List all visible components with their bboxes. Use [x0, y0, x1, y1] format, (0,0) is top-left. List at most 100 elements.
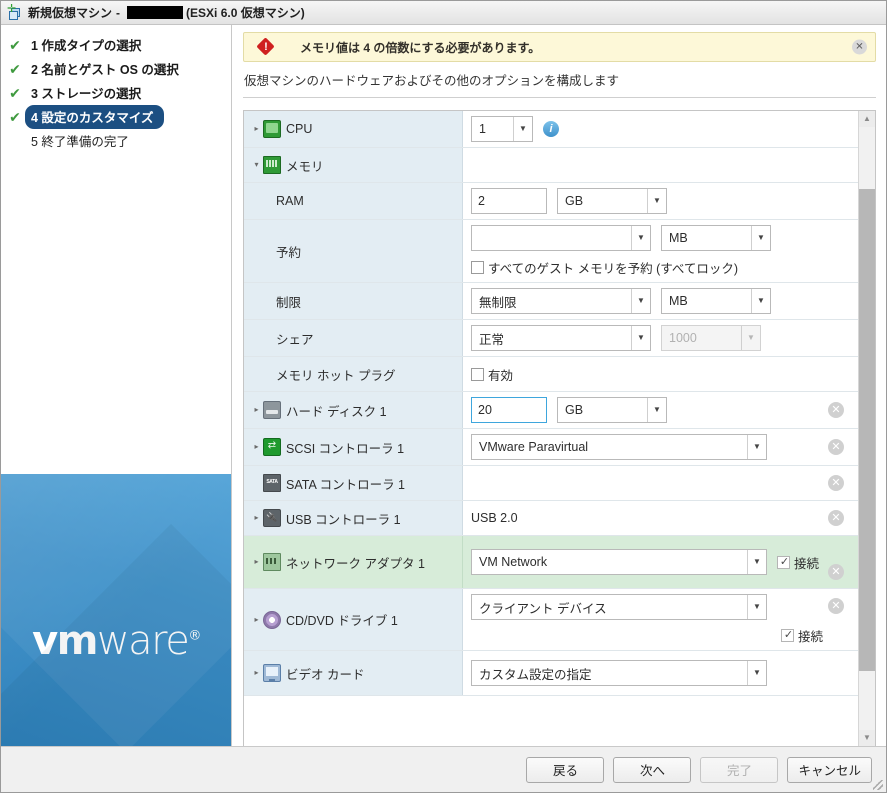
network-connect-checkbox[interactable]: [777, 555, 791, 569]
vmware-logo: vmware®: [32, 618, 201, 664]
scsi-type-select[interactable]: VMware Paravirtual ▼: [471, 434, 767, 460]
hard-disk-size-input[interactable]: [471, 397, 547, 423]
step-label: 3 ストレージの選択: [31, 87, 142, 101]
chevron-right-icon[interactable]: ▸: [250, 123, 263, 135]
row-label-network-adapter[interactable]: ▸ ネットワーク アダプタ 1: [244, 536, 463, 588]
cancel-button[interactable]: キャンセル: [787, 756, 872, 783]
step-check-icon: ✔: [9, 109, 21, 125]
limit-value: 無制限: [479, 295, 517, 310]
sidebar-step-5[interactable]: 5 終了準備の完了: [1, 129, 231, 153]
step-check-icon: ✔: [9, 85, 21, 101]
shares-amount-value: 1000: [669, 331, 697, 345]
vmware-brand-panel: vmware®: [1, 474, 231, 746]
row-value-cpu: 1 ▼ i: [463, 111, 858, 147]
remove-network-adapter-icon[interactable]: ✕: [828, 564, 844, 580]
cpu-count-select[interactable]: 1 ▼: [471, 116, 533, 142]
limit-unit-value: MB: [669, 294, 688, 308]
window-title: 新規仮想マシン - (ESXi 6.0 仮想マシン): [28, 4, 305, 21]
chevron-right-icon[interactable]: ▸: [250, 667, 263, 679]
sidebar-step-4[interactable]: ✔ 4 設定のカスタマイズ: [1, 105, 231, 129]
sidebar-step-1[interactable]: ✔ 1 作成タイプの選択: [1, 33, 231, 57]
hard-disk-unit-value: GB: [565, 403, 584, 417]
chevron-down-icon: ▼: [631, 289, 650, 313]
chevron-right-icon[interactable]: ▸: [250, 556, 263, 568]
chevron-right-icon[interactable]: ▸: [250, 614, 263, 626]
reservation-value-select[interactable]: ▼: [471, 225, 651, 251]
table-row-scsi-controller: ▸ SCSI コントローラ 1 VMware Paravirtual ▼ ✕: [244, 429, 858, 466]
row-label-hard-disk[interactable]: ▸ ハード ディスク 1: [244, 392, 463, 428]
chevron-right-icon[interactable]: ▸: [250, 512, 263, 524]
sidebar-step-2[interactable]: ✔ 2 名前とゲスト OS の選択: [1, 57, 231, 81]
scroll-up-icon[interactable]: ▲: [859, 111, 875, 127]
wizard-body: ✔ 1 作成タイプの選択 ✔ 2 名前とゲスト OS の選択 ✔ 3 ストレージ…: [1, 25, 886, 746]
network-select[interactable]: VM Network ▼: [471, 549, 767, 575]
remove-hard-disk-icon[interactable]: ✕: [828, 402, 844, 418]
hard-disk-unit-select[interactable]: GB ▼: [557, 397, 667, 423]
chevron-down-icon: ▼: [747, 550, 766, 574]
video-card-settings-value: カスタム設定の指定: [479, 667, 592, 682]
table-row-shares: シェア 正常 ▼ 1000 ▼: [244, 320, 858, 357]
close-icon[interactable]: ✕: [852, 39, 867, 55]
title-bar: ✛ 新規仮想マシン - (ESXi 6.0 仮想マシン): [1, 1, 886, 25]
network-connect-row: 接続: [777, 553, 819, 572]
shares-amount-select: 1000 ▼: [661, 325, 761, 351]
video-card-settings-select[interactable]: カスタム設定の指定 ▼: [471, 660, 767, 686]
info-icon[interactable]: i: [543, 121, 559, 137]
next-button[interactable]: 次へ: [613, 756, 692, 783]
table-row-cpu: ▸ CPU 1 ▼ i: [244, 111, 858, 148]
back-button[interactable]: 戻る: [526, 756, 605, 783]
scrollbar-track[interactable]: [859, 127, 875, 730]
new-vm-icon: ✛: [7, 3, 23, 21]
ram-unit-select[interactable]: GB ▼: [557, 188, 667, 214]
finish-button: 完了: [700, 756, 779, 783]
reservation-unit-select[interactable]: MB ▼: [661, 225, 771, 251]
row-label-scsi-controller[interactable]: ▸ SCSI コントローラ 1: [244, 429, 463, 465]
cpu-label: CPU: [286, 122, 313, 136]
row-label-sata-controller[interactable]: ▸ SATA コントローラ 1: [244, 466, 463, 500]
row-value-memory: [463, 148, 858, 182]
row-label-video-card[interactable]: ▸ ビデオ カード: [244, 651, 463, 695]
error-bang: !: [264, 41, 268, 53]
divider: [243, 97, 876, 98]
remove-usb-controller-icon[interactable]: ✕: [828, 510, 844, 526]
step-list: ✔ 1 作成タイプの選択 ✔ 2 名前とゲスト OS の選択 ✔ 3 ストレージ…: [1, 25, 231, 153]
cd-dvd-source-select[interactable]: クライアント デバイス ▼: [471, 594, 767, 620]
step-label: 1 作成タイプの選択: [31, 39, 142, 53]
scrollbar-thumb[interactable]: [859, 189, 875, 671]
shares-level-select[interactable]: 正常 ▼: [471, 325, 651, 351]
row-label-cpu[interactable]: ▸ CPU: [244, 111, 463, 147]
remove-sata-controller-icon[interactable]: ✕: [828, 475, 844, 491]
row-label-memory[interactable]: ▾ メモリ: [244, 148, 463, 182]
chevron-right-icon[interactable]: ▸: [250, 441, 263, 453]
sata-controller-label: SATA コントローラ 1: [286, 477, 406, 492]
chevron-right-icon[interactable]: ▸: [250, 404, 263, 416]
cd-dvd-connect-checkbox[interactable]: [781, 628, 795, 642]
sidebar-step-3[interactable]: ✔ 3 ストレージの選択: [1, 81, 231, 105]
cd-dvd-connect-label: 接続: [798, 630, 824, 644]
limit-value-select[interactable]: 無制限 ▼: [471, 288, 651, 314]
row-value-video-card: カスタム設定の指定 ▼: [463, 651, 858, 695]
chevron-down-icon: ▼: [747, 595, 766, 619]
memory-hotplug-checkbox[interactable]: [471, 367, 484, 381]
remove-scsi-controller-icon[interactable]: ✕: [828, 439, 844, 455]
resize-grip-icon[interactable]: [873, 780, 883, 790]
memory-hotplug-label: メモリ ホット プラグ: [276, 368, 396, 383]
chevron-down-icon[interactable]: ▾: [250, 159, 263, 171]
hardware-table-scrollbar[interactable]: ▲ ▼: [858, 111, 875, 746]
row-value-hard-disk: GB ▼ ✕: [463, 392, 858, 428]
ram-size-input[interactable]: [471, 188, 547, 214]
scroll-down-icon[interactable]: ▼: [859, 730, 875, 746]
limit-unit-select[interactable]: MB ▼: [661, 288, 771, 314]
cd-dvd-source-value: クライアント デバイス: [479, 601, 607, 616]
row-value-shares: 正常 ▼ 1000 ▼: [463, 320, 858, 356]
row-label-usb-controller[interactable]: ▸ USB コントローラ 1: [244, 501, 463, 535]
reserve-all-memory-checkbox[interactable]: [471, 261, 484, 274]
chevron-placeholder-icon: ▸: [250, 477, 263, 489]
error-banner: ! メモリ値は 4 の倍数にする必要があります。 ✕: [243, 32, 876, 62]
window-title-dash: -: [116, 5, 121, 20]
row-label-cd-dvd-drive[interactable]: ▸ CD/DVD ドライブ 1: [244, 589, 463, 650]
row-value-cd-dvd-drive: クライアント デバイス ▼ 接続 ✕: [463, 589, 858, 650]
memory-label: メモリ: [286, 159, 324, 174]
remove-cd-dvd-drive-icon[interactable]: ✕: [828, 598, 844, 614]
chevron-down-icon: ▼: [513, 117, 532, 141]
